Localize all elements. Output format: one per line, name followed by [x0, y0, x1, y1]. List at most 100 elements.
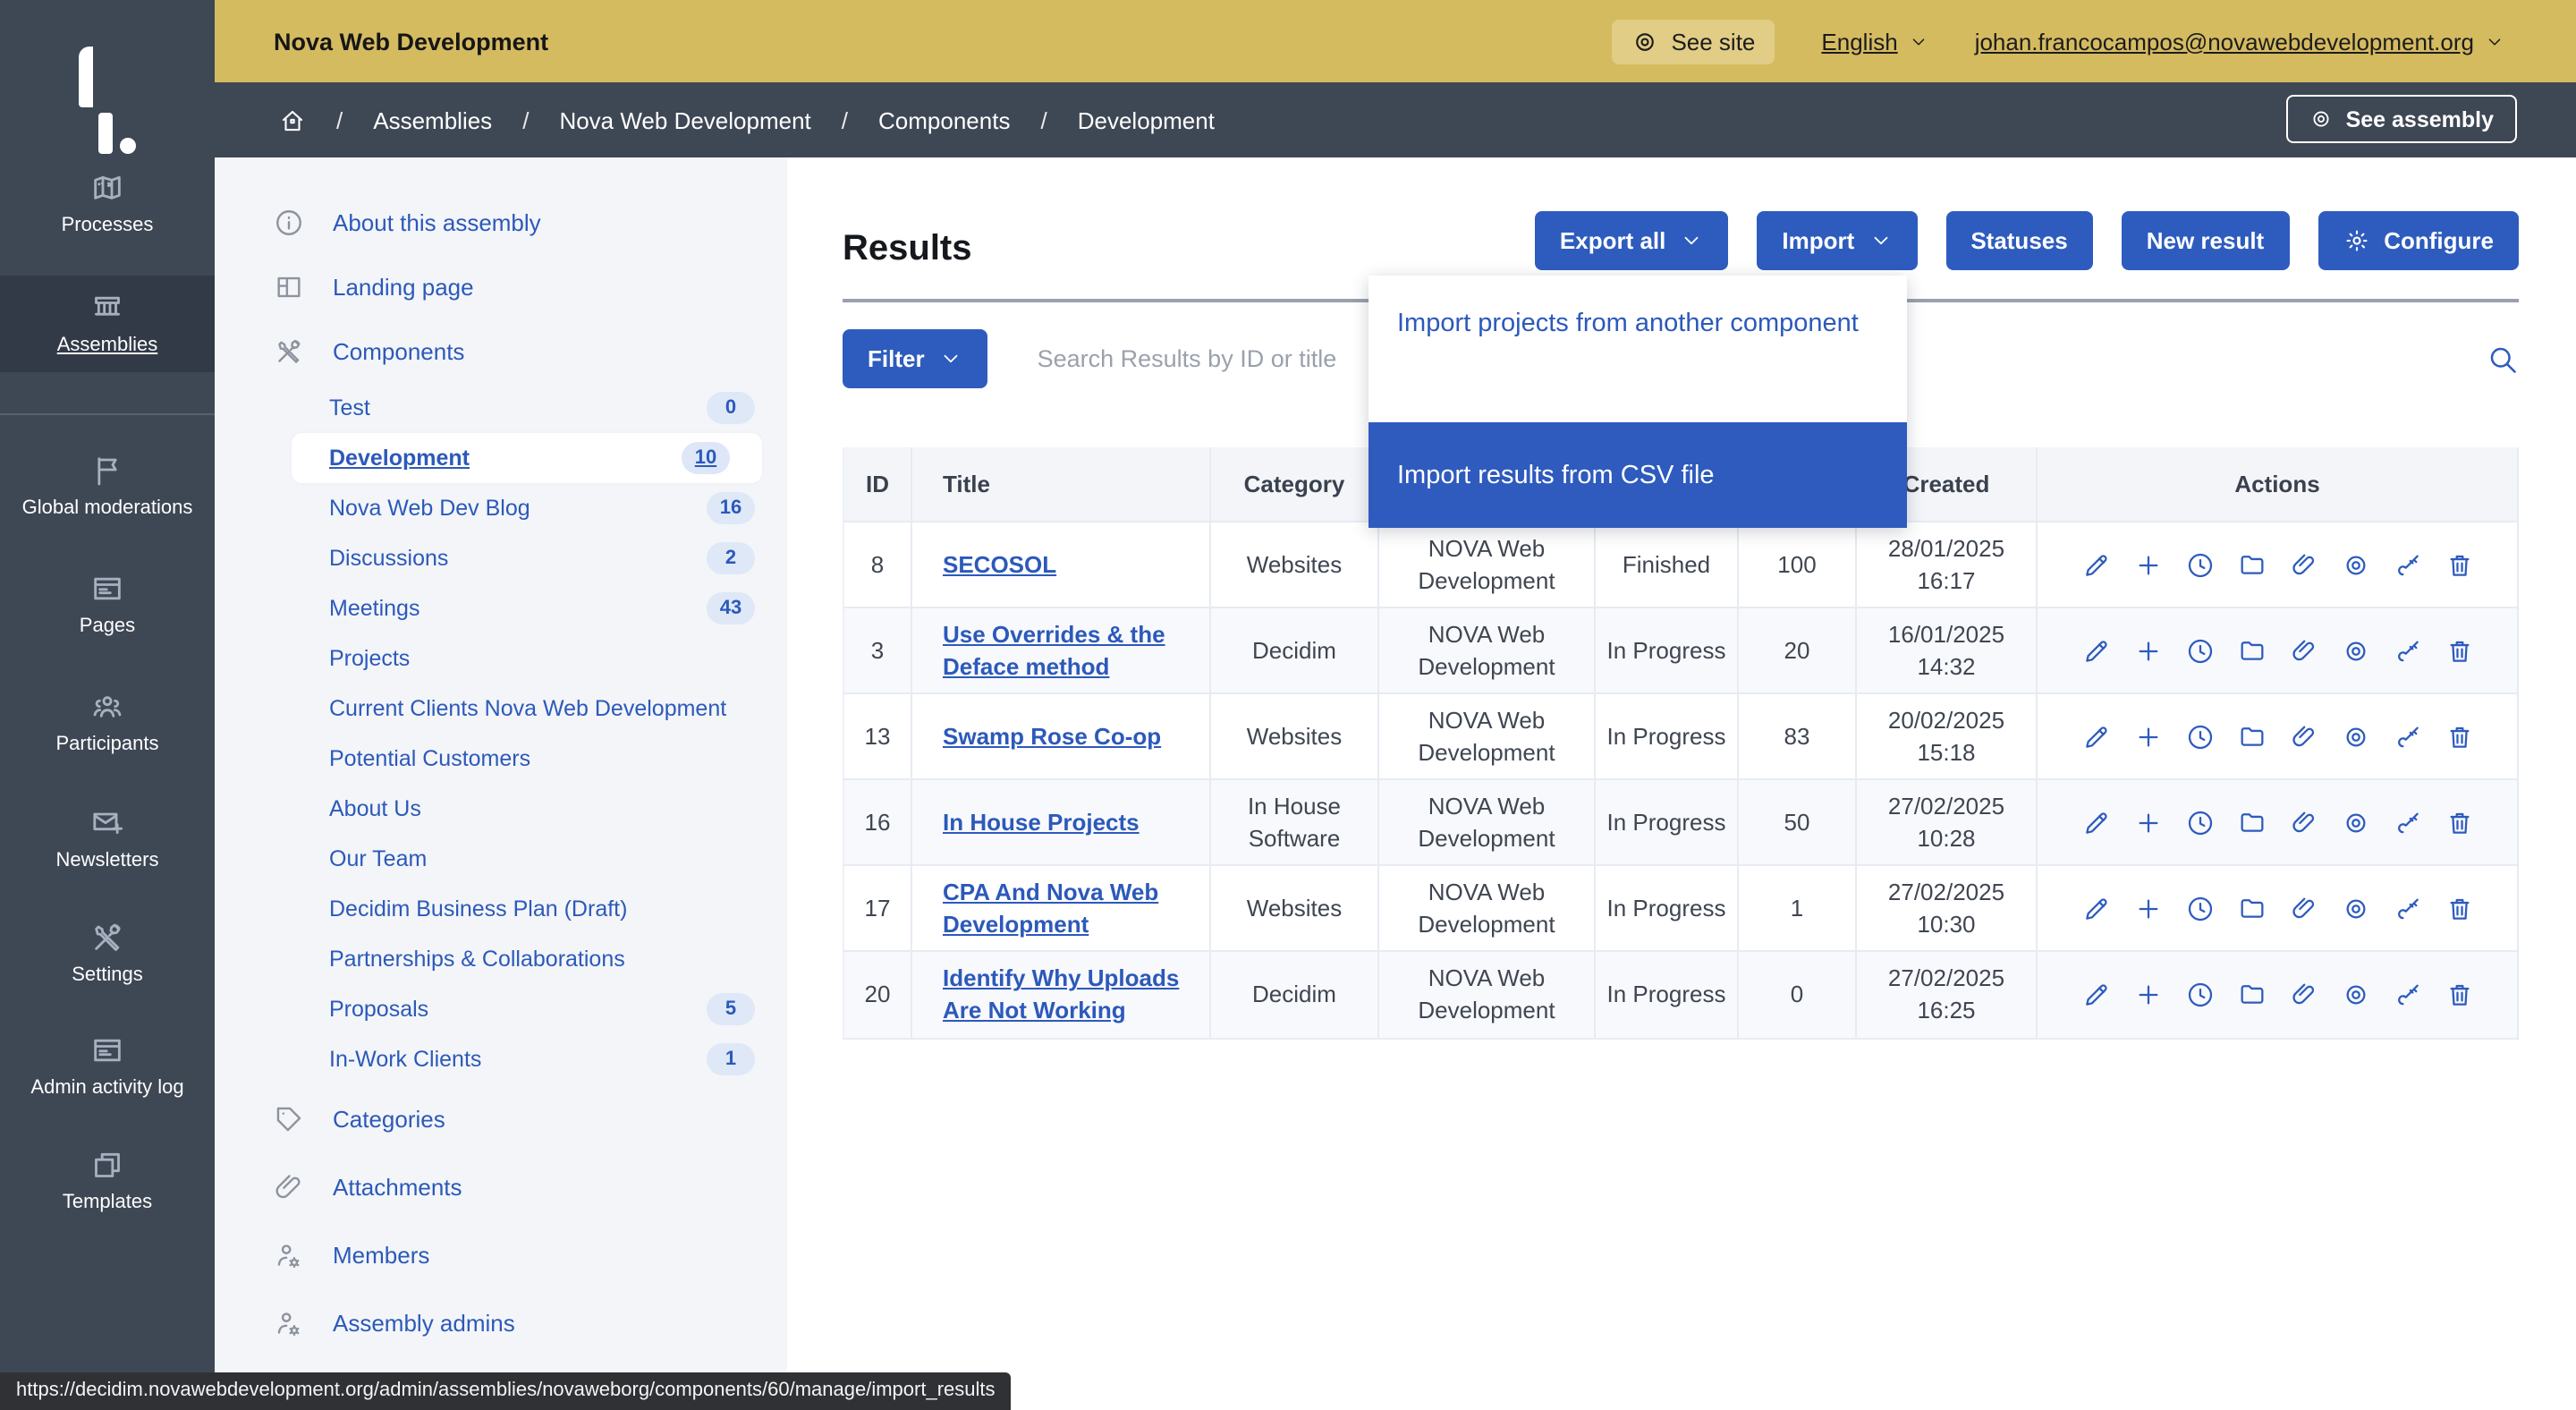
- attachment-action-icon[interactable]: [2289, 636, 2318, 665]
- history-action-icon[interactable]: [2185, 809, 2214, 837]
- search-icon[interactable]: [2487, 343, 2519, 375]
- edit-action-icon[interactable]: [2081, 722, 2110, 751]
- sidebar-item-proposals[interactable]: Proposals5: [215, 984, 787, 1034]
- history-action-icon[interactable]: [2185, 895, 2214, 923]
- folder-action-icon[interactable]: [2237, 981, 2266, 1009]
- attachment-action-icon[interactable]: [2289, 550, 2318, 579]
- breadcrumb-item[interactable]: Development: [1078, 106, 1215, 133]
- rail-item-newsletters[interactable]: Newsletters: [0, 784, 215, 895]
- folder-action-icon[interactable]: [2237, 550, 2266, 579]
- permissions-action-icon[interactable]: [2393, 550, 2421, 579]
- add-action-icon[interactable]: [2133, 550, 2162, 579]
- new-result-button[interactable]: New result: [2122, 211, 2290, 270]
- breadcrumb-item[interactable]: Nova Web Development: [559, 106, 810, 133]
- permissions-action-icon[interactable]: [2393, 722, 2421, 751]
- rail-item-global-moderations[interactable]: Global moderations: [0, 429, 215, 544]
- sidebar-item-partnerships-collaborations[interactable]: Partnerships & Collaborations: [215, 934, 787, 984]
- add-action-icon[interactable]: [2133, 722, 2162, 751]
- sidebar-item-our-team[interactable]: Our Team: [215, 834, 787, 884]
- user-menu[interactable]: johan.francocampos@novawebdevelopment.or…: [1975, 28, 2504, 55]
- result-title-link[interactable]: Swamp Rose Co-op: [943, 721, 1161, 752]
- rail-item-assemblies[interactable]: Assemblies: [0, 276, 215, 372]
- sidebar-item-landing-page[interactable]: Landing page: [215, 254, 787, 319]
- result-title-link[interactable]: SECOSOL: [943, 549, 1056, 581]
- add-action-icon[interactable]: [2133, 981, 2162, 1009]
- rail-item-participants[interactable]: Participants: [0, 666, 215, 780]
- sidebar-item-components[interactable]: Components: [215, 319, 787, 383]
- breadcrumb-item[interactable]: Components: [878, 106, 1010, 133]
- rail-item-processes[interactable]: Processes: [0, 154, 215, 254]
- result-title-link[interactable]: CPA And Nova Web Development: [943, 878, 1191, 940]
- edit-action-icon[interactable]: [2081, 636, 2110, 665]
- home-icon[interactable]: [279, 106, 306, 133]
- rail-item-templates[interactable]: Templates: [0, 1125, 215, 1236]
- preview-action-icon[interactable]: [2341, 981, 2369, 1009]
- sidebar-item-discussions[interactable]: Discussions2: [215, 533, 787, 583]
- see-assembly-button[interactable]: See assembly: [2287, 95, 2517, 143]
- rail-item-admin-activity-log[interactable]: Admin activity log: [0, 1011, 215, 1122]
- folder-action-icon[interactable]: [2237, 722, 2266, 751]
- delete-action-icon[interactable]: [2445, 895, 2473, 923]
- breadcrumb-item[interactable]: Assemblies: [373, 106, 492, 133]
- delete-action-icon[interactable]: [2445, 722, 2473, 751]
- result-title-link[interactable]: In House Projects: [943, 807, 1140, 838]
- language-selector[interactable]: English: [1821, 28, 1928, 55]
- export-all-button[interactable]: Export all: [1535, 211, 1729, 270]
- delete-action-icon[interactable]: [2445, 636, 2473, 665]
- sidebar-item-about-this-assembly[interactable]: About this assembly: [215, 190, 787, 254]
- result-title-link[interactable]: Use Overrides & the Deface method: [943, 619, 1191, 682]
- sidebar-item-categories[interactable]: Categories: [215, 1084, 787, 1152]
- attachment-action-icon[interactable]: [2289, 981, 2318, 1009]
- sidebar-item-members[interactable]: Members: [215, 1220, 787, 1288]
- preview-action-icon[interactable]: [2341, 550, 2369, 579]
- edit-action-icon[interactable]: [2081, 895, 2110, 923]
- history-action-icon[interactable]: [2185, 981, 2214, 1009]
- add-action-icon[interactable]: [2133, 636, 2162, 665]
- folder-action-icon[interactable]: [2237, 636, 2266, 665]
- statuses-button[interactable]: Statuses: [1945, 211, 2092, 270]
- sidebar-item-meetings[interactable]: Meetings43: [215, 583, 787, 633]
- add-action-icon[interactable]: [2133, 895, 2162, 923]
- delete-action-icon[interactable]: [2445, 809, 2473, 837]
- add-action-icon[interactable]: [2133, 809, 2162, 837]
- filter-button[interactable]: Filter: [843, 329, 987, 388]
- sidebar-item-projects[interactable]: Projects: [215, 633, 787, 684]
- sidebar-item-development[interactable]: Development10: [292, 433, 762, 483]
- preview-action-icon[interactable]: [2341, 809, 2369, 837]
- result-title-link[interactable]: Identify Why Uploads Are Not Working: [943, 964, 1191, 1026]
- attachment-action-icon[interactable]: [2289, 722, 2318, 751]
- decidim-logo[interactable]: [0, 0, 215, 154]
- history-action-icon[interactable]: [2185, 722, 2214, 751]
- sidebar-item-current-clients-nova-web-development[interactable]: Current Clients Nova Web Development: [215, 684, 787, 734]
- edit-action-icon[interactable]: [2081, 809, 2110, 837]
- edit-action-icon[interactable]: [2081, 981, 2110, 1009]
- permissions-action-icon[interactable]: [2393, 636, 2421, 665]
- see-site-button[interactable]: See site: [1612, 19, 1775, 64]
- configure-button[interactable]: Configure: [2318, 211, 2519, 270]
- dropdown-item-import-results-from-csv-file[interactable]: Import results from CSV file: [1368, 422, 1907, 528]
- history-action-icon[interactable]: [2185, 550, 2214, 579]
- sidebar-item-attachments[interactable]: Attachments: [215, 1152, 787, 1220]
- sidebar-item-potential-customers[interactable]: Potential Customers: [215, 734, 787, 784]
- rail-item-pages[interactable]: Pages: [0, 548, 215, 662]
- sidebar-item-assembly-admins[interactable]: Assembly admins: [215, 1288, 787, 1356]
- sidebar-item-decidim-business-plan-draft-[interactable]: Decidim Business Plan (Draft): [215, 884, 787, 934]
- sidebar-item-nova-web-dev-blog[interactable]: Nova Web Dev Blog16: [215, 483, 787, 533]
- delete-action-icon[interactable]: [2445, 550, 2473, 579]
- folder-action-icon[interactable]: [2237, 895, 2266, 923]
- permissions-action-icon[interactable]: [2393, 809, 2421, 837]
- folder-action-icon[interactable]: [2237, 809, 2266, 837]
- dropdown-item-import-projects-from-another-component[interactable]: Import projects from another component: [1368, 276, 1907, 422]
- preview-action-icon[interactable]: [2341, 722, 2369, 751]
- permissions-action-icon[interactable]: [2393, 981, 2421, 1009]
- sidebar-item-in-work-clients[interactable]: In-Work Clients1: [215, 1034, 787, 1084]
- sidebar-item-test[interactable]: Test0: [215, 383, 787, 433]
- permissions-action-icon[interactable]: [2393, 895, 2421, 923]
- sidebar-item-about-us[interactable]: About Us: [215, 784, 787, 834]
- preview-action-icon[interactable]: [2341, 895, 2369, 923]
- import-button[interactable]: Import: [1757, 211, 1917, 270]
- rail-item-settings[interactable]: Settings: [0, 898, 215, 1007]
- history-action-icon[interactable]: [2185, 636, 2214, 665]
- attachment-action-icon[interactable]: [2289, 895, 2318, 923]
- attachment-action-icon[interactable]: [2289, 809, 2318, 837]
